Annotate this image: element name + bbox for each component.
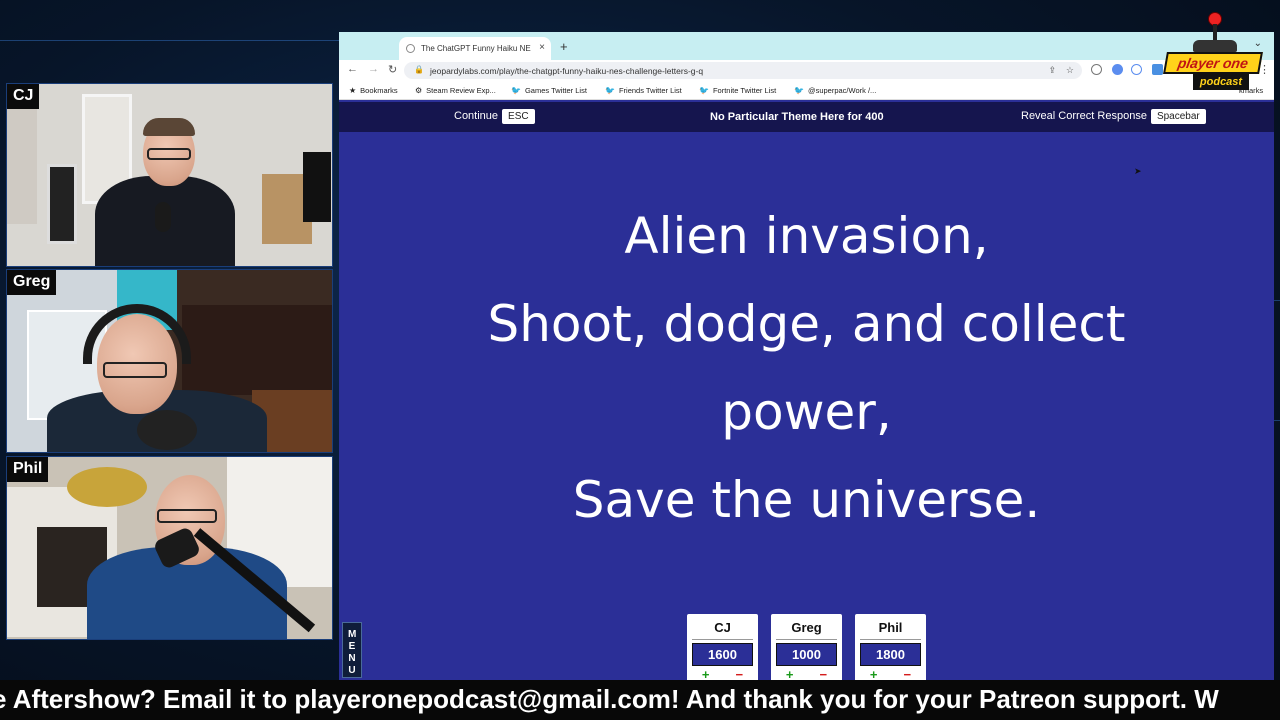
star-icon[interactable]: ☆ xyxy=(1066,65,1074,76)
bookmark-item[interactable]: ⚙ Steam Review Exp... xyxy=(415,86,496,95)
background-line xyxy=(1274,420,1280,421)
bookmark-item[interactable]: 🐦 Friends Twitter List xyxy=(605,86,682,95)
bookmarks-bar: ★ Bookmarks ⚙ Steam Review Exp... 🐦 Games T… xyxy=(339,81,1274,100)
forward-icon[interactable]: → xyxy=(368,63,379,75)
ticker-text: e Aftershow? Email it to playeronepodcas… xyxy=(0,684,1219,714)
logo-subtitle: podcast xyxy=(1193,74,1249,90)
game-top-bar: Continue ESC No Particular Theme Here for… xyxy=(339,102,1274,132)
subtract-points-button[interactable]: − xyxy=(820,667,828,680)
steam-icon: ⚙ xyxy=(415,86,423,95)
tab-title: The ChatGPT Funny Haiku NE xyxy=(421,44,531,53)
browser-tab[interactable]: The ChatGPT Funny Haiku NE × xyxy=(399,37,551,60)
twitter-icon: 🐦 xyxy=(794,86,804,95)
webcam-name-label: CJ xyxy=(7,84,40,109)
add-points-button[interactable]: + xyxy=(786,667,794,680)
webcam-cj: CJ xyxy=(6,83,333,267)
haiku-line: power, xyxy=(721,383,892,441)
player-score: 1800 xyxy=(860,643,921,666)
extension-icon[interactable] xyxy=(1112,64,1123,75)
cam-background xyxy=(7,270,332,452)
player-score-card: CJ 1600 + − xyxy=(687,614,758,680)
extension-icon[interactable] xyxy=(1152,64,1163,75)
share-icon[interactable]: ⇪ xyxy=(1048,65,1056,76)
haiku-line: Shoot, dodge, and collect xyxy=(487,295,1126,353)
haiku-line: Alien invasion, xyxy=(624,207,989,265)
player-name: Phil xyxy=(860,614,921,640)
tab-bar: The ChatGPT Funny Haiku NE × + ⌄ xyxy=(339,32,1274,60)
continue-control[interactable]: Continue ESC xyxy=(454,109,535,124)
webcam-phil: Phil xyxy=(6,456,333,640)
url-text: jeopardylabs.com/play/the-chatgpt-funny-… xyxy=(430,66,704,76)
extension-icon[interactable] xyxy=(1091,64,1102,75)
reveal-control[interactable]: Reveal Correct Response Spacebar xyxy=(1021,109,1206,124)
new-tab-button[interactable]: + xyxy=(560,39,568,54)
webcam-name-label: Greg xyxy=(7,270,57,295)
player-score-card: Phil 1800 + − xyxy=(855,614,926,680)
subtract-points-button[interactable]: − xyxy=(904,667,912,680)
lock-icon: 🔒 xyxy=(414,65,424,74)
star-icon: ★ xyxy=(349,86,357,95)
add-points-button[interactable]: + xyxy=(702,667,710,680)
bookmark-item[interactable]: 🐦 Games Twitter List xyxy=(511,86,587,95)
podcast-logo: player one podcast xyxy=(1163,12,1263,98)
back-icon[interactable]: ← xyxy=(347,63,358,75)
bookmark-item[interactable]: ★ Bookmarks xyxy=(349,86,398,95)
clue-text: Alien invasion, Shoot, dodge, and collec… xyxy=(339,192,1274,544)
background-line xyxy=(1274,300,1280,301)
joystick-base xyxy=(1193,40,1237,52)
reload-icon[interactable]: ↻ xyxy=(388,63,397,76)
twitter-icon: 🐦 xyxy=(605,86,615,95)
player-score: 1600 xyxy=(692,643,753,666)
cam-background xyxy=(7,457,332,639)
menu-tab[interactable]: MENU xyxy=(342,622,362,678)
url-bar[interactable]: 🔒 jeopardylabs.com/play/the-chatgpt-funn… xyxy=(404,62,1082,79)
subtract-points-button[interactable]: − xyxy=(736,667,744,680)
extension-icon[interactable] xyxy=(1131,64,1142,75)
cam-background xyxy=(7,84,332,266)
menu-tab-label: MENU xyxy=(348,629,357,676)
esc-key[interactable]: ESC xyxy=(502,109,535,124)
player-name: Greg xyxy=(776,614,837,640)
news-ticker: e Aftershow? Email it to playeronepodcas… xyxy=(0,680,1280,720)
background-line xyxy=(0,40,340,41)
player-score-card: Greg 1000 + − xyxy=(771,614,842,680)
address-row: ← → ↻ 🔒 jeopardylabs.com/play/the-chatgp… xyxy=(339,60,1274,81)
player-score: 1000 xyxy=(776,643,837,666)
twitter-icon: 🐦 xyxy=(511,86,521,95)
bookmark-item[interactable]: 🐦 Fortnite Twitter List xyxy=(699,86,776,95)
bookmark-item[interactable]: 🐦 @superpac/Work /... xyxy=(794,86,876,95)
globe-icon xyxy=(406,44,415,53)
webcam-name-label: Phil xyxy=(7,457,49,482)
logo-title: player one xyxy=(1163,52,1263,74)
close-icon[interactable]: × xyxy=(539,42,545,53)
browser-window: The ChatGPT Funny Haiku NE × + ⌄ ← → ↻ 🔒… xyxy=(339,32,1274,680)
webcam-greg: Greg xyxy=(6,269,333,453)
haiku-line: Save the universe. xyxy=(572,471,1041,529)
mouse-cursor-icon: ➤ xyxy=(1134,166,1142,176)
add-points-button[interactable]: + xyxy=(870,667,878,680)
spacebar-key[interactable]: Spacebar xyxy=(1150,109,1206,124)
player-name: CJ xyxy=(692,614,753,640)
twitter-icon: 🐦 xyxy=(699,86,709,95)
question-category: No Particular Theme Here for 400 xyxy=(710,111,884,123)
